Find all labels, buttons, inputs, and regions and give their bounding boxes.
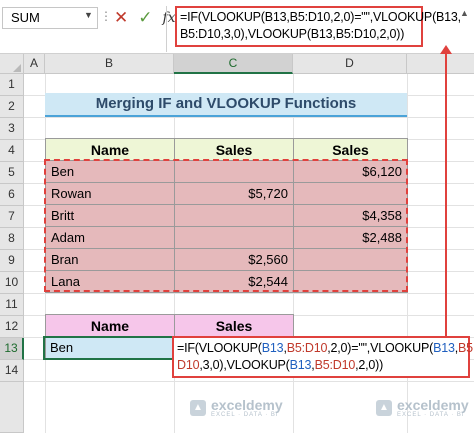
cell-name[interactable]: Bran xyxy=(45,248,175,271)
lookup-header-sales[interactable]: Sales xyxy=(174,314,294,337)
formula-input[interactable]: =IF(VLOOKUP(B13,B5:D10,2,0)="",VLOOKUP(B… xyxy=(175,6,461,47)
cell-name[interactable]: Adam xyxy=(45,226,175,249)
table-header-row: Name Sales Sales xyxy=(45,138,408,161)
header-sales-c[interactable]: Sales xyxy=(174,138,294,161)
name-box-value: SUM xyxy=(11,10,40,25)
row-header-4[interactable]: 4 xyxy=(0,140,24,162)
row-header-5[interactable]: 5 xyxy=(0,162,24,184)
formula-text: ,3,0),VLOOKUP( xyxy=(199,358,290,372)
cancel-icon[interactable]: ✕ xyxy=(114,8,128,28)
lookup-name-cell[interactable]: Ben xyxy=(45,336,175,359)
connector-line xyxy=(445,47,447,336)
formula-ref: B13 xyxy=(289,358,312,372)
row-header-7[interactable]: 7 xyxy=(0,206,24,228)
cell-formula-editor[interactable]: =IF(VLOOKUP(B13,B5:D10,2,0)="",VLOOKUP(B… xyxy=(172,336,474,378)
row-header-12[interactable]: 12 xyxy=(0,316,24,338)
row-header-1[interactable]: 1 xyxy=(0,74,24,96)
sales-table: Name Sales Sales Ben $6,120 Rowan $5,720… xyxy=(45,138,408,293)
table-row: Rowan $5,720 xyxy=(45,182,408,205)
chevron-down-icon[interactable]: ▼ xyxy=(84,10,93,20)
column-header-d[interactable]: D xyxy=(293,54,407,74)
table-row: Adam $2,488 xyxy=(45,226,408,249)
formula-bar-scroll-up-icon[interactable]: ▲ xyxy=(460,8,469,18)
table-row: Ben $6,120 xyxy=(45,160,408,183)
row-header-6[interactable]: 6 xyxy=(0,184,24,206)
row-header-9[interactable]: 9 xyxy=(0,250,24,272)
formula-line-2: B5:D10,3,0),VLOOKUP(B13,B5:D10,2,0)) xyxy=(180,27,405,41)
cell-sales-d[interactable] xyxy=(293,248,408,271)
column-headers: A B C D xyxy=(0,54,474,74)
column-header-a[interactable]: A xyxy=(24,54,45,74)
enter-icon[interactable]: ✓ xyxy=(138,8,152,28)
watermark: ▲ exceldemy EXCEL · DATA · BI xyxy=(376,398,469,418)
cell-name[interactable]: Rowan xyxy=(45,182,175,205)
formula-ref: B5: xyxy=(458,341,474,355)
lookup-header-name[interactable]: Name xyxy=(45,314,175,337)
more-options-icon: ⋮ xyxy=(100,9,112,23)
table-row: Britt $4,358 xyxy=(45,204,408,227)
cell-name[interactable]: Britt xyxy=(45,204,175,227)
formula-ref: B13 xyxy=(261,341,284,355)
column-header-b[interactable]: B xyxy=(45,54,174,74)
table-row: Bran $2,560 xyxy=(45,248,408,271)
header-sales-d[interactable]: Sales xyxy=(293,138,408,161)
cell-sales-c[interactable] xyxy=(174,204,294,227)
select-all-button[interactable] xyxy=(0,54,24,74)
formula-text: ,2,0)) xyxy=(355,358,384,372)
cell-name[interactable]: Lana xyxy=(45,270,175,293)
table-row: Lana $2,544 xyxy=(45,270,408,293)
connector-arrow-icon xyxy=(440,45,452,54)
cell-sales-c[interactable] xyxy=(174,226,294,249)
formula-ref: B13 xyxy=(433,341,455,355)
cell-sales-c[interactable]: $2,544 xyxy=(174,270,294,293)
sheet-title[interactable]: Merging IF and VLOOKUP Functions xyxy=(45,93,407,117)
formula-text: ,2,0)="",VLOOKUP( xyxy=(327,341,434,355)
row-header-3[interactable]: 3 xyxy=(0,118,24,140)
formula-ref: D10 xyxy=(177,358,200,372)
header-name[interactable]: Name xyxy=(45,138,175,161)
formula-ref: B5:D10 xyxy=(286,341,328,355)
row-header-filler xyxy=(0,382,24,433)
cell-sales-d[interactable] xyxy=(293,182,408,205)
formula-ref: B5:D10 xyxy=(314,358,356,372)
cell-sales-d[interactable]: $2,488 xyxy=(293,226,408,249)
formula-line-1: =IF(VLOOKUP(B13,B5:D10,2,0)="",VLOOKUP(B… xyxy=(180,10,461,24)
lookup-header-row: Name Sales xyxy=(45,314,294,337)
watermark-logo-icon: ▲ xyxy=(376,400,392,416)
cell-name[interactable]: Ben xyxy=(45,160,175,183)
cell-sales-d[interactable]: $4,358 xyxy=(293,204,408,227)
formula-text: =IF(VLOOKUP( xyxy=(177,341,262,355)
cell-sales-c[interactable]: $2,560 xyxy=(174,248,294,271)
row-header-13[interactable]: 13 xyxy=(0,338,24,360)
column-header-c[interactable]: C xyxy=(174,54,293,74)
formula-bar: SUM ▼ ⋮ ✕ ✓ fx =IF(VLOOKUP(B13,B5:D10,2,… xyxy=(0,0,474,54)
watermark: ▲ exceldemy EXCEL · DATA · BI xyxy=(190,398,283,418)
row-header-10[interactable]: 10 xyxy=(0,272,24,294)
row-header-11[interactable]: 11 xyxy=(0,294,24,316)
row-header-8[interactable]: 8 xyxy=(0,228,24,250)
cell-sales-c[interactable] xyxy=(174,160,294,183)
cell-sales-d[interactable] xyxy=(293,270,408,293)
cell-sales-c[interactable]: $5,720 xyxy=(174,182,294,205)
watermark-logo-icon: ▲ xyxy=(190,400,206,416)
row-header-2[interactable]: 2 xyxy=(0,96,24,118)
insert-function-icon[interactable]: fx xyxy=(163,10,176,26)
formula-bar-divider xyxy=(166,6,167,52)
cell-sales-d[interactable]: $6,120 xyxy=(293,160,408,183)
row-header-14[interactable]: 14 xyxy=(0,360,24,382)
